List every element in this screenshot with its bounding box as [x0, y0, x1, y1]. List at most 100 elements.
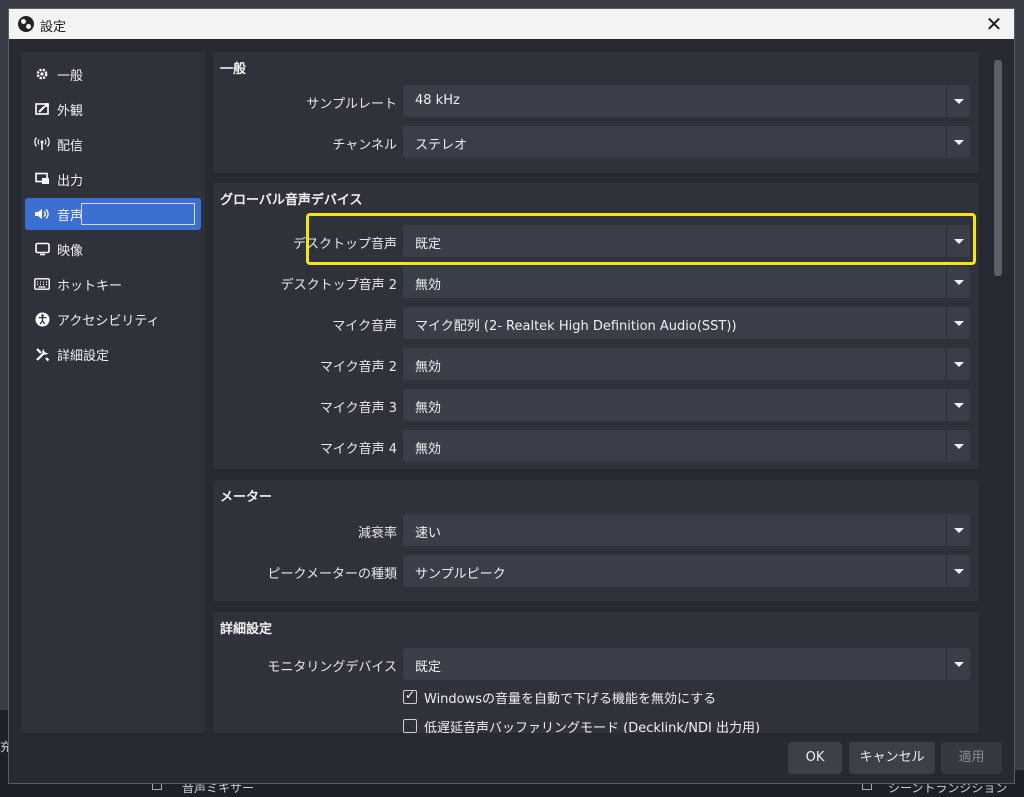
sidebar-item-label: 出力: [57, 173, 84, 189]
select-value: 無効: [415, 278, 442, 293]
output-icon: [33, 170, 51, 188]
low-latency-row[interactable]: 低遅延音声バッファリングモード (Decklink/NDI 出力用): [403, 716, 760, 733]
chevron-down-icon[interactable]: [946, 266, 970, 298]
sample-rate-label: サンプルレート: [306, 97, 397, 112]
sidebar-item-label: 配信: [57, 138, 84, 154]
section-title: メーター: [220, 490, 273, 505]
select-value: 速い: [415, 526, 442, 541]
peak-meter-type-label: ピークメーターの種類: [267, 567, 397, 582]
select-value: 既定: [415, 660, 442, 675]
monitor-icon: [33, 240, 51, 258]
channels-row: チャンネル ステレオ: [213, 126, 979, 158]
chevron-down-icon[interactable]: [946, 514, 970, 546]
sidebar-item-label: 映像: [57, 243, 84, 259]
peak-meter-type-select[interactable]: サンプルピーク: [403, 555, 970, 587]
sidebar-item-label: 外観: [57, 103, 84, 119]
sample-rate-select[interactable]: 48 kHz: [403, 85, 970, 117]
section-general: 一般 サンプルレート 48 kHz チャンネル ステレオ: [213, 52, 979, 173]
appearance-icon: [33, 100, 51, 118]
settings-content: 一般 サンプルレート 48 kHz チャンネル ステレオ グローバル音声デバイス: [213, 52, 983, 733]
chevron-down-icon[interactable]: [946, 555, 970, 587]
apply-button[interactable]: 適用: [941, 742, 1002, 774]
channels-select[interactable]: ステレオ: [403, 126, 970, 158]
mic-audio-4-label: マイク音声 4: [319, 442, 397, 457]
tools-icon: [33, 345, 51, 363]
window-title: 設定: [40, 20, 67, 35]
mic-audio-3-label: マイク音声 3: [319, 401, 397, 416]
mic-audio-select[interactable]: マイク配列 (2- Realtek High Definition Audio(…: [403, 307, 970, 339]
monitoring-device-label: モニタリングデバイス: [267, 660, 397, 675]
decay-rate-select[interactable]: 速い: [403, 514, 970, 546]
sidebar-item-label: ホットキー: [57, 278, 123, 294]
sample-rate-row: サンプルレート 48 kHz: [213, 85, 979, 117]
speaker-icon: [33, 205, 51, 223]
mic-audio-3-select[interactable]: 無効: [403, 389, 970, 421]
chevron-down-icon[interactable]: [946, 126, 970, 158]
peak-meter-type-row: ピークメーターの種類 サンプルピーク: [213, 555, 979, 587]
select-value: 無効: [415, 360, 442, 375]
scrollbar-thumb[interactable]: [994, 60, 1002, 276]
settings-sidebar: 一般 外観 配信 出力 音声 映像 ホットキー アクセシビリティ 詳細設定: [21, 52, 205, 733]
broadcast-icon: [33, 135, 51, 153]
mic-audio-label: マイク音声: [332, 319, 397, 334]
disable-ducking-row[interactable]: Windowsの音量を自動で下げる機能を無効にする: [403, 687, 716, 707]
focus-indicator: [81, 203, 195, 225]
monitoring-device-row: モニタリングデバイス 既定: [213, 648, 979, 680]
sidebar-item-label: アクセシビリティ: [57, 313, 160, 329]
sidebar-item-advanced[interactable]: 詳細設定: [25, 338, 201, 370]
chevron-down-icon[interactable]: [946, 389, 970, 421]
section-title: 詳細設定: [220, 622, 273, 637]
sidebar-item-audio[interactable]: 音声: [25, 198, 201, 230]
mic-audio-4-row: マイク音声 4 無効: [213, 430, 979, 462]
cancel-button[interactable]: キャンセル: [849, 742, 935, 774]
select-value: サンプルピーク: [415, 567, 506, 582]
section-title: グローバル音声デバイス: [220, 193, 363, 208]
select-value: 48 kHz: [415, 93, 460, 108]
chevron-down-icon[interactable]: [946, 348, 970, 380]
mic-audio-2-label: マイク音声 2: [319, 360, 397, 375]
sidebar-item-video[interactable]: 映像: [25, 233, 201, 265]
decay-rate-row: 減衰率 速い: [213, 514, 979, 546]
sidebar-item-general[interactable]: 一般: [25, 58, 201, 90]
highlight-annotation-box: [306, 213, 976, 265]
sidebar-item-hotkeys[interactable]: ホットキー: [25, 268, 201, 300]
mic-audio-2-select[interactable]: 無効: [403, 348, 970, 380]
keyboard-icon: [33, 275, 51, 293]
sidebar-item-appearance[interactable]: 外観: [25, 93, 201, 125]
disable-ducking-checkbox[interactable]: [403, 688, 417, 704]
desktop-audio-2-select[interactable]: 無効: [403, 266, 970, 298]
low-latency-checkbox[interactable]: [403, 719, 417, 733]
select-value: マイク配列 (2- Realtek High Definition Audio(…: [415, 319, 737, 334]
sidebar-item-output[interactable]: 出力: [25, 163, 201, 195]
chevron-down-icon[interactable]: [946, 430, 970, 462]
ok-button[interactable]: OK: [788, 742, 842, 774]
desktop-audio-2-label: デスクトップ音声 2: [280, 278, 397, 293]
monitoring-device-select[interactable]: 既定: [403, 648, 970, 680]
sidebar-item-label: 詳細設定: [57, 348, 110, 364]
chevron-down-icon[interactable]: [946, 648, 970, 680]
section-title: 一般: [220, 62, 247, 77]
section-advanced: 詳細設定 モニタリングデバイス 既定 Windowsの音量を自動で下げる機能を無…: [213, 612, 979, 733]
sidebar-item-accessibility[interactable]: アクセシビリティ: [25, 303, 201, 335]
mic-audio-row: マイク音声 マイク配列 (2- Realtek High Definition …: [213, 307, 979, 339]
chevron-down-icon[interactable]: [946, 307, 970, 339]
settings-window: 設定 ✕ 一般 外観 配信 出力 音声 映像 ホットキー アクセシビリティ 詳細…: [8, 8, 1015, 784]
sidebar-item-stream[interactable]: 配信: [25, 128, 201, 160]
close-icon[interactable]: ✕: [982, 12, 1006, 36]
obs-logo-icon: [18, 16, 34, 32]
content-scrollbar[interactable]: [991, 52, 1007, 733]
sidebar-item-label: 一般: [57, 68, 84, 84]
mic-audio-3-row: マイク音声 3 無効: [213, 389, 979, 421]
channels-label: チャンネル: [332, 138, 397, 153]
accessibility-icon: [33, 310, 51, 328]
mic-audio-4-select[interactable]: 無効: [403, 430, 970, 462]
sidebar-item-label: 音声: [57, 208, 84, 224]
disable-ducking-label: Windowsの音量を自動で下げる機能を無効にする: [424, 691, 717, 707]
section-meters: メーター 減衰率 速い ピークメーターの種類 サンプルピーク: [213, 480, 979, 601]
select-value: 無効: [415, 401, 442, 416]
select-value: 無効: [415, 442, 442, 457]
chevron-down-icon[interactable]: [946, 85, 970, 117]
desktop-audio-2-row: デスクトップ音声 2 無効: [213, 266, 979, 298]
select-value: ステレオ: [415, 138, 468, 153]
title-bar: 設定 ✕: [9, 9, 1014, 39]
